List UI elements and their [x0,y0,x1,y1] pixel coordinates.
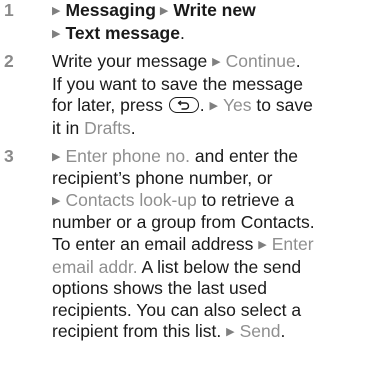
step-1-line-2: ▶ Text message. [52,23,370,46]
punctuation: . [295,51,301,72]
step-2: 2 Write your message ▶ Continue. If you w… [0,51,370,139]
step-3-line-4: number or a group from Contacts. [52,212,315,233]
step-3-line-6: email addr. A list below the send [52,257,370,279]
step-3-line-2: recipient’s phone number, or [52,168,273,189]
back-key-icon [168,97,199,114]
menu-item-text-message: Text message [65,22,180,43]
menu-item-write-new: Write new [173,0,256,20]
step-3-line-7: options shows the last used [52,278,267,299]
step-1-line-1: ▶ Messaging ▶ Write new [52,0,370,23]
right-triangle-icon: ▶ [212,56,221,69]
punctuation: . [280,321,286,342]
step-3-line-8: recipients. You can also select a [52,299,302,320]
right-triangle-icon: ▶ [52,5,61,17]
step-3-line-5: To enter an email address ▶ Enter [52,234,370,257]
step-text: and enter the [194,145,299,166]
action-send: Send [239,321,281,342]
step-number: 1 [4,0,14,20]
step-text: it in [52,117,80,138]
step-3-line-3: ▶ Contacts look-up to retrieve a [52,190,370,213]
folder-drafts: Drafts [84,117,131,138]
right-triangle-icon: ▶ [159,5,169,17]
punctuation: . [130,117,136,138]
action-enter-phone-no: Enter phone no. [65,145,191,166]
step-text: for later, press [52,95,163,116]
action-continue: Continue [225,51,296,72]
action-enter-email-addr-part-1: Enter [271,233,314,254]
right-triangle-icon: ▶ [52,27,61,40]
right-triangle-icon: ▶ [258,238,267,251]
step-2-line-1: Write your message ▶ Continue. [52,51,370,74]
step-3-line-1: ▶ Enter phone no. and enter the [52,146,370,169]
right-triangle-icon: ▶ [52,150,61,163]
punctuation: . [179,22,185,43]
step-number: 3 [4,145,14,166]
step-2-line-3: for later, press . ▶ Yes to save [52,95,370,118]
right-triangle-icon: ▶ [209,100,218,113]
step-1: 1 ▶ Messaging ▶ Write new ▶ Text message. [0,0,370,45]
action-enter-email-addr-part-2: email addr. [52,256,138,277]
step-text: recipient from this list. [52,321,222,342]
punctuation: . [199,95,205,116]
instruction-steps: 1 ▶ Messaging ▶ Write new ▶ Text message. 2 … [0,0,370,344]
step-2-line-2: If you want to save the message [52,73,303,94]
right-triangle-icon: ▶ [226,326,235,339]
action-contacts-look-up: Contacts look-up [65,189,197,210]
action-yes: Yes [222,95,252,116]
step-text: To enter an email address [52,233,254,254]
right-triangle-icon: ▶ [52,194,61,207]
step-text: Write your message [52,51,208,72]
step-3: 3 ▶ Enter phone no. and enter the recipie… [0,146,370,344]
step-2-line-4: it in Drafts. [52,118,370,140]
step-number: 2 [4,51,14,72]
menu-item-messaging: Messaging [65,0,156,20]
step-text: to save [256,95,313,116]
step-text: to retrieve a [201,189,295,210]
manual-page: 1 ▶ Messaging ▶ Write new ▶ Text message. 2 … [0,0,370,367]
step-text: A list below the send [141,256,302,277]
step-3-line-9: recipient from this list. ▶ Send. [52,321,370,344]
